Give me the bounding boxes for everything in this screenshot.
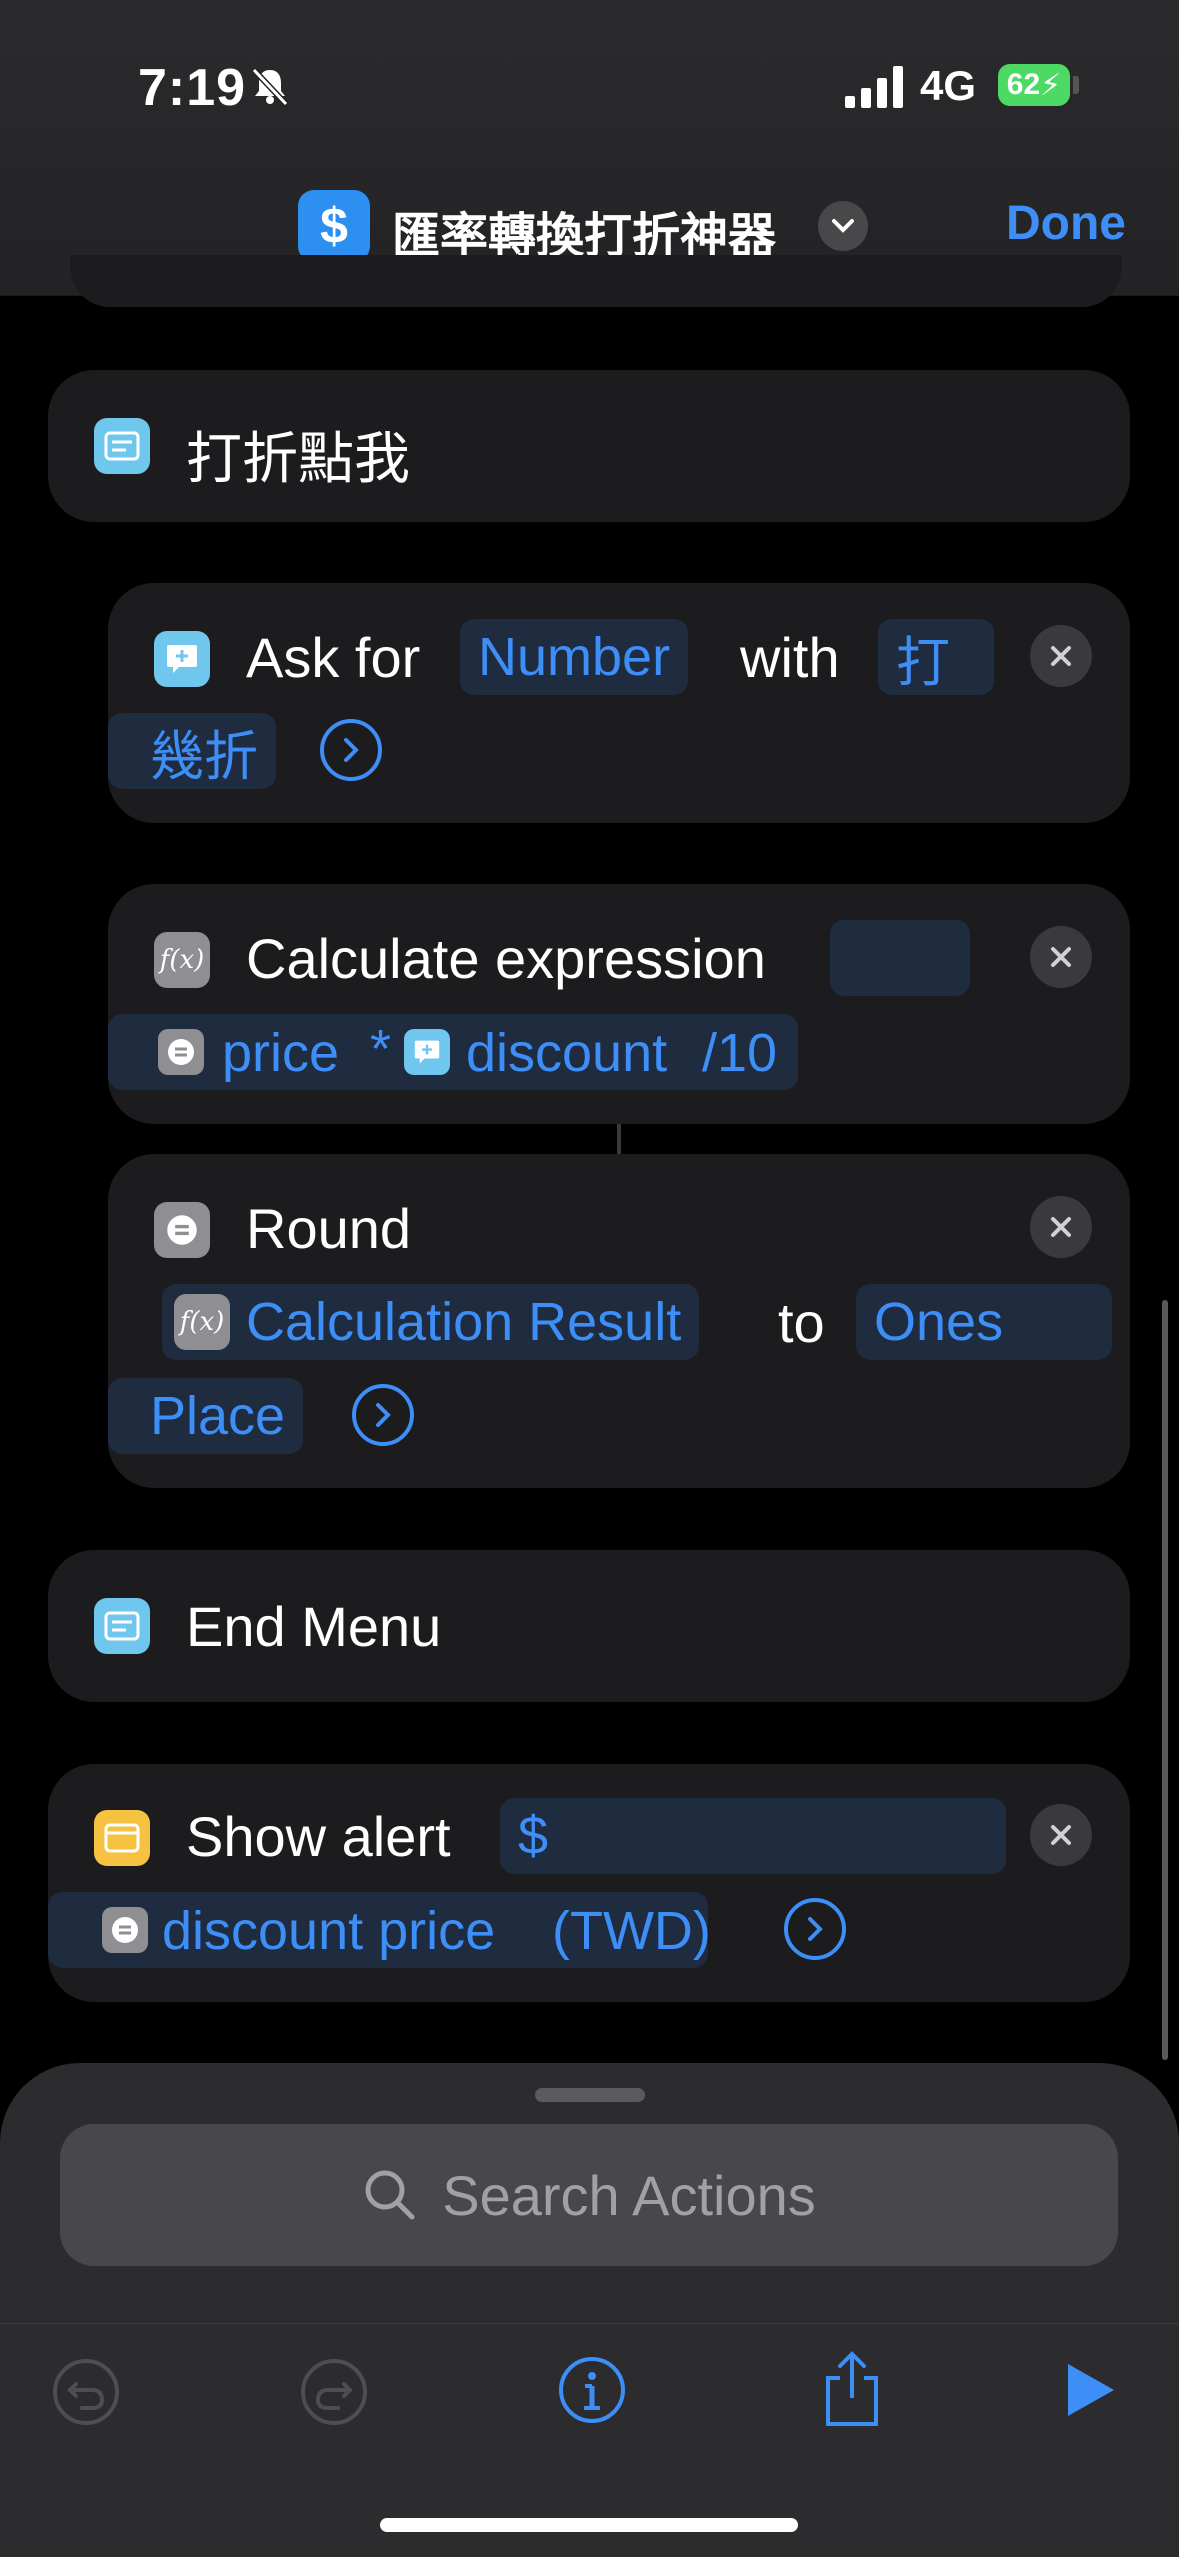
menu-icon [94,418,150,474]
close-icon[interactable] [1030,625,1092,687]
search-actions-field[interactable]: Search Actions [60,2124,1118,2266]
calculation-result-pill[interactable]: f(x) Calculation Result [162,1284,700,1360]
alert-prefix-pill[interactable]: $ [500,1798,1006,1874]
end-menu-label: End Menu [186,1595,442,1658]
ask-variable-icon [404,1029,450,1075]
menu-item-card[interactable]: 打折點我 [48,370,1130,522]
connector-line [617,1124,621,1154]
scrollbar[interactable] [1162,1300,1168,2060]
show-alert-card[interactable]: Show alert $ discount price (TWD) [48,1764,1130,2002]
battery-tip [1073,76,1079,94]
search-placeholder: Search Actions [442,2163,816,2227]
function-icon: f(x) [154,932,210,988]
shortcut-icon[interactable]: $ [298,190,370,262]
share-icon[interactable] [816,2348,888,2428]
round-place-pill-2[interactable]: Place [108,1378,304,1454]
info-icon[interactable] [556,2354,628,2426]
sheet-grabber[interactable] [535,2088,645,2102]
play-icon[interactable] [1062,2360,1118,2420]
expand-arrow-icon[interactable] [352,1384,414,1446]
function-icon: f(x) [174,1294,230,1350]
home-indicator [380,2518,798,2532]
done-button[interactable]: Done [1006,196,1126,251]
round-label: Round [246,1197,412,1260]
expression-row[interactable] [108,1014,798,1090]
price-variable[interactable]: price [222,1022,339,1084]
round-action-card[interactable]: Round f(x) Calculation Result to Ones Pl… [108,1154,1130,1488]
status-time: 7:19 [138,59,247,117]
variable-icon [102,1907,148,1953]
redo-icon[interactable] [298,2356,370,2428]
calculate-action-card[interactable]: f(x) Calculate expression price * discou… [108,884,1130,1124]
ask-with-label: with [740,626,840,689]
signal-icon [845,66,903,108]
round-icon [154,1202,210,1258]
operator: * [370,1019,392,1079]
expand-arrow-icon[interactable] [320,719,382,781]
chevron-down-icon[interactable] [818,201,868,251]
ask-prompt-pill-1[interactable]: 打 [878,619,994,695]
close-icon[interactable] [1030,1804,1092,1866]
network-type: 4G [920,62,977,109]
previous-action-card [70,255,1122,307]
undo-icon[interactable] [50,2356,122,2428]
ask-label: Ask for [246,626,421,689]
end-menu-card[interactable]: End Menu [48,1550,1130,1702]
calculation-result-label: Calculation Result [246,1292,682,1352]
calculate-label: Calculate expression [246,927,766,990]
ask-type-pill[interactable]: Number [460,619,689,695]
close-icon[interactable] [1030,1196,1092,1258]
round-place-pill-1[interactable]: Ones [856,1284,1112,1360]
expand-arrow-icon[interactable] [784,1898,846,1960]
ask-prompt-pill-2[interactable]: 幾折 [108,713,276,789]
show-alert-label: Show alert [186,1805,451,1868]
round-to-label: to [778,1291,825,1354]
battery-level: 62 [1006,68,1041,101]
ask-input-icon [154,631,210,687]
menu-icon [94,1598,150,1654]
silent-mode-icon [251,67,289,107]
variable-icon [158,1029,204,1075]
expression-suffix: /10 [702,1023,778,1083]
close-icon[interactable] [1030,926,1092,988]
calculate-expression-field[interactable] [830,920,970,996]
search-icon [365,2170,415,2220]
discount-price-variable[interactable]: discount price [162,1900,495,1962]
alert-suffix: (TWD) [552,1901,711,1961]
battery-icon: 62 ⚡ [998,64,1070,106]
ask-action-card[interactable]: Ask for Number with 打 幾折 [108,583,1130,823]
discount-variable[interactable]: discount [466,1022,667,1084]
alert-icon [94,1810,150,1866]
menu-item-label: 打折點我 [186,427,410,490]
